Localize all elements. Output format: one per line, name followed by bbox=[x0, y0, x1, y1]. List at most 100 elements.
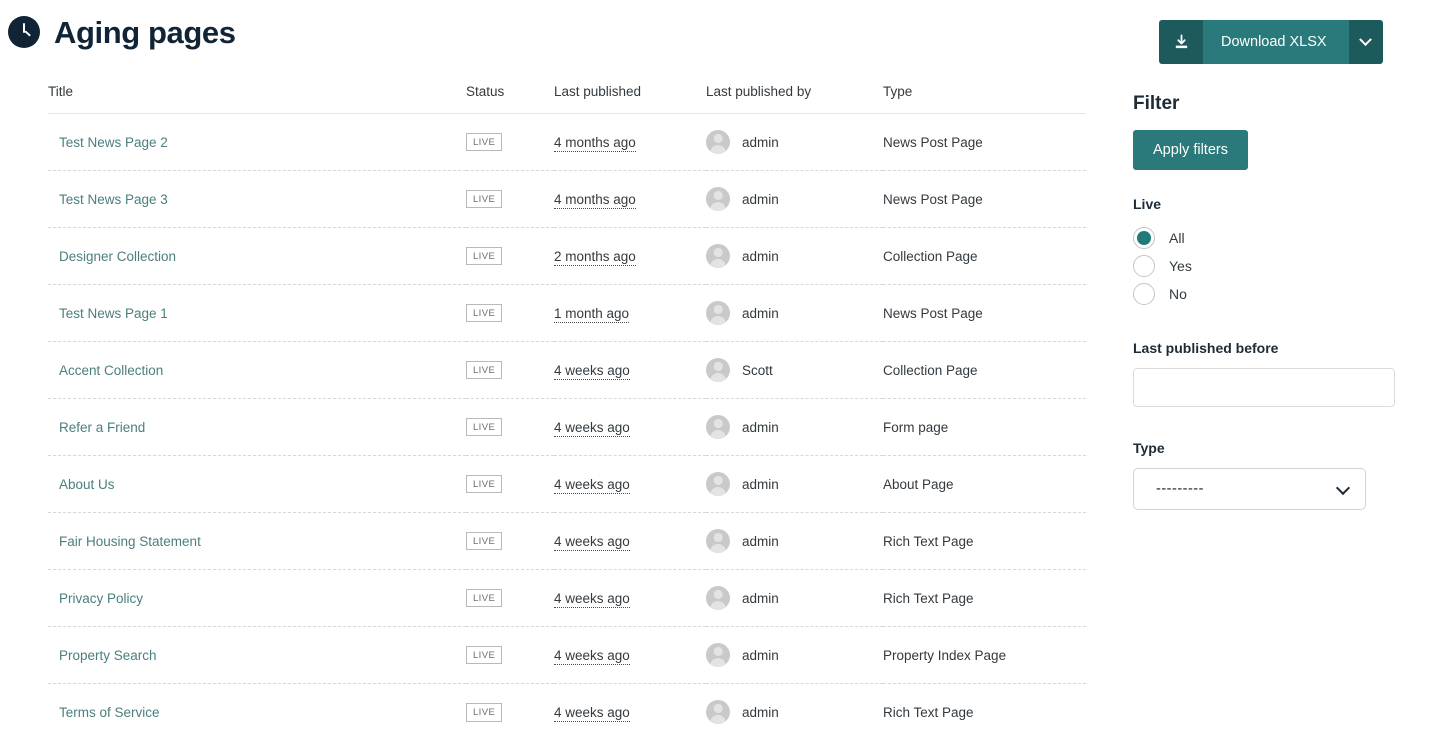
cell-last-published: 4 weeks ago bbox=[554, 512, 706, 570]
cell-title: Property Search bbox=[48, 626, 466, 684]
download-xlsx-button[interactable]: Download XLSX bbox=[1203, 20, 1349, 64]
cell-status: LIVE bbox=[466, 398, 554, 456]
cell-type: News Post Page bbox=[883, 284, 1086, 342]
cell-last-published: 4 months ago bbox=[554, 113, 706, 171]
cell-last-published-by: admin bbox=[706, 684, 883, 739]
cell-last-published-by: admin bbox=[706, 512, 883, 570]
live-radio-option-yes[interactable]: Yes bbox=[1133, 252, 1192, 280]
cell-type: News Post Page bbox=[883, 113, 1086, 171]
type-filter-label: Type bbox=[1133, 440, 1165, 456]
publisher-name: admin bbox=[742, 248, 779, 264]
publisher-name: admin bbox=[742, 476, 779, 492]
live-radio-group[interactable]: All Yes No bbox=[1133, 224, 1192, 308]
last-published-time: 2 months ago bbox=[554, 248, 636, 266]
avatar bbox=[706, 358, 730, 382]
status-badge: LIVE bbox=[466, 531, 503, 551]
last-published-time: 4 weeks ago bbox=[554, 590, 630, 608]
download-icon[interactable] bbox=[1159, 20, 1203, 64]
cell-status: LIVE bbox=[466, 284, 554, 342]
cell-type: About Page bbox=[883, 455, 1086, 513]
table-row: Accent Collection LIVE 4 weeks ago Scott Col… bbox=[48, 341, 1086, 399]
cell-title: Test News Page 2 bbox=[48, 113, 466, 171]
cell-type: News Post Page bbox=[883, 170, 1086, 228]
page-title-link[interactable]: Test News Page 1 bbox=[48, 306, 168, 321]
cell-status: LIVE bbox=[466, 227, 554, 285]
cell-type: Rich Text Page bbox=[883, 512, 1086, 570]
last-published-time: 4 weeks ago bbox=[554, 704, 630, 722]
column-header-last-published-by: Last published by bbox=[706, 84, 883, 114]
cell-status: LIVE bbox=[466, 512, 554, 570]
radio-button[interactable] bbox=[1133, 227, 1155, 249]
table-body: Test News Page 2 LIVE 4 months ago admin New… bbox=[48, 113, 1086, 739]
cell-type: Property Index Page bbox=[883, 626, 1086, 684]
page-title-link[interactable]: Privacy Policy bbox=[48, 591, 143, 606]
cell-type: Form page bbox=[883, 398, 1086, 456]
page-title-link[interactable]: Fair Housing Statement bbox=[48, 534, 201, 549]
page-header: Aging pages bbox=[0, 16, 236, 48]
cell-last-published-by: admin bbox=[706, 284, 883, 342]
publisher-name: admin bbox=[742, 704, 779, 720]
page-title-link[interactable]: About Us bbox=[48, 477, 115, 492]
cell-status: LIVE bbox=[466, 341, 554, 399]
column-header-last-published: Last published bbox=[554, 84, 706, 114]
cell-status: LIVE bbox=[466, 684, 554, 739]
table-row: Test News Page 3 LIVE 4 months ago admin New… bbox=[48, 170, 1086, 228]
avatar bbox=[706, 643, 730, 667]
cell-last-published-by: admin bbox=[706, 170, 883, 228]
status-badge: LIVE bbox=[466, 417, 503, 437]
last-published-time: 4 weeks ago bbox=[554, 362, 630, 380]
publisher-name: admin bbox=[742, 134, 779, 150]
cell-last-published-by: Scott bbox=[706, 341, 883, 399]
page-title-link[interactable]: Test News Page 2 bbox=[48, 135, 168, 150]
download-options-chevron-down-icon[interactable] bbox=[1348, 20, 1383, 64]
avatar bbox=[706, 472, 730, 496]
publisher-name: admin bbox=[742, 419, 779, 435]
status-badge: LIVE bbox=[466, 132, 503, 152]
live-radio-option-no[interactable]: No bbox=[1133, 280, 1192, 308]
cell-last-published: 4 weeks ago bbox=[554, 684, 706, 739]
cell-title: Test News Page 1 bbox=[48, 284, 466, 342]
last-published-before-input[interactable] bbox=[1133, 368, 1395, 407]
cell-last-published: 4 weeks ago bbox=[554, 398, 706, 456]
last-published-time: 4 weeks ago bbox=[554, 533, 630, 551]
status-badge: LIVE bbox=[466, 189, 503, 209]
page-title-link[interactable]: Designer Collection bbox=[48, 249, 176, 264]
live-radio-option-all[interactable]: All bbox=[1133, 224, 1192, 252]
table-row: Test News Page 2 LIVE 4 months ago admin New… bbox=[48, 113, 1086, 171]
cell-last-published: 4 weeks ago bbox=[554, 455, 706, 513]
page-title-link[interactable]: Test News Page 3 bbox=[48, 192, 168, 207]
type-select[interactable]: --------- bbox=[1133, 468, 1366, 510]
cell-title: Terms of Service bbox=[48, 684, 466, 739]
radio-button[interactable] bbox=[1133, 255, 1155, 277]
last-published-before-label: Last published before bbox=[1133, 340, 1279, 356]
table-row: Property Search LIVE 4 weeks ago admin Prope… bbox=[48, 626, 1086, 684]
cell-last-published-by: admin bbox=[706, 569, 883, 627]
download-button-group[interactable]: Download XLSX bbox=[1159, 20, 1383, 64]
page-title-link[interactable]: Property Search bbox=[48, 648, 157, 663]
cell-title: About Us bbox=[48, 455, 466, 513]
cell-status: LIVE bbox=[466, 626, 554, 684]
cell-status: LIVE bbox=[466, 569, 554, 627]
page-title-link[interactable]: Terms of Service bbox=[48, 705, 160, 720]
filter-heading: Filter bbox=[1133, 93, 1180, 114]
radio-label: All bbox=[1169, 230, 1185, 246]
cell-type: Rich Text Page bbox=[883, 569, 1086, 627]
page-title-link[interactable]: Refer a Friend bbox=[48, 420, 145, 435]
cell-title: Privacy Policy bbox=[48, 569, 466, 627]
type-select-wrapper[interactable]: --------- bbox=[1133, 468, 1366, 510]
avatar bbox=[706, 586, 730, 610]
column-header-status: Status bbox=[466, 84, 554, 114]
table-header-row: Title Status Last published Last publish… bbox=[48, 84, 1086, 114]
avatar bbox=[706, 244, 730, 268]
clock-icon bbox=[8, 16, 40, 48]
page-title-link[interactable]: Accent Collection bbox=[48, 363, 163, 378]
cell-status: LIVE bbox=[466, 113, 554, 171]
table-header: Title Status Last published Last publish… bbox=[48, 84, 1086, 114]
radio-button[interactable] bbox=[1133, 283, 1155, 305]
last-published-time: 1 month ago bbox=[554, 305, 630, 323]
apply-filters-button[interactable]: Apply filters bbox=[1133, 130, 1248, 170]
publisher-name: admin bbox=[742, 590, 779, 606]
cell-title: Designer Collection bbox=[48, 227, 466, 285]
status-badge: LIVE bbox=[466, 474, 503, 494]
column-header-type: Type bbox=[883, 84, 1086, 114]
